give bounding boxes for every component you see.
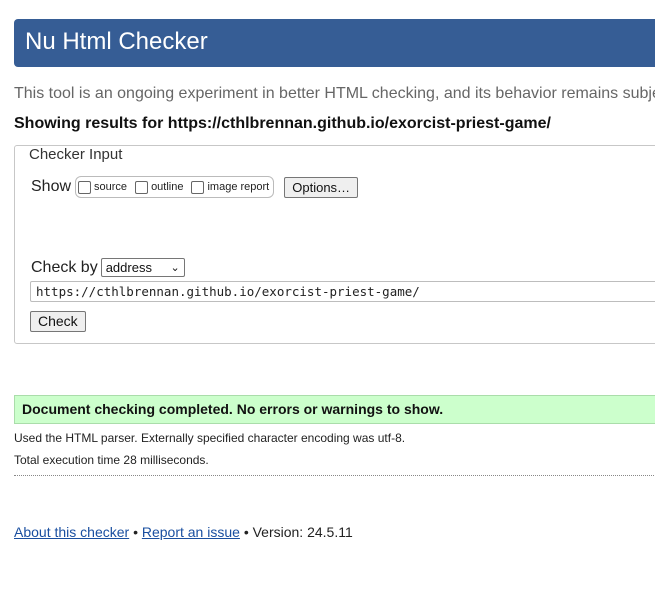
chevron-down-icon[interactable]: ⌄ xyxy=(170,260,179,277)
source-checkbox[interactable]: source xyxy=(78,180,127,194)
check-button[interactable]: Check xyxy=(30,311,86,332)
source-checkbox-label[interactable]: source xyxy=(94,181,127,193)
page-header: Nu Html Checker xyxy=(14,19,655,67)
image-report-checkbox-label[interactable]: image report xyxy=(207,181,269,193)
report-issue-link[interactable]: Report an issue xyxy=(142,524,240,540)
intro-text: This tool is an ongoing experiment in be… xyxy=(14,85,655,102)
results-for-heading: Showing results for https://cthlbrennan.… xyxy=(14,115,551,132)
divider xyxy=(14,475,655,476)
check-by-value[interactable]: address xyxy=(106,260,152,275)
footer-separator: • xyxy=(133,524,138,540)
show-options-group: source outline image report xyxy=(75,176,275,198)
checkbox-box[interactable] xyxy=(78,180,92,194)
outline-checkbox[interactable]: outline xyxy=(135,180,183,194)
parser-info: Used the HTML parser. Externally specifi… xyxy=(14,431,406,445)
checkbox-box[interactable] xyxy=(135,180,149,194)
about-checker-link[interactable]: About this checker xyxy=(14,524,129,540)
url-input[interactable]: https://cthlbrennan.github.io/exorcist-p… xyxy=(30,281,655,302)
checker-input-legend: Checker Input xyxy=(27,146,125,163)
check-by-label: Check by xyxy=(31,258,98,276)
checkbox-box[interactable] xyxy=(191,180,205,194)
check-by-row: Check by address ⌄ xyxy=(31,258,185,277)
outline-checkbox-label[interactable]: outline xyxy=(151,181,183,193)
success-message: Document checking completed. No errors o… xyxy=(14,395,655,424)
version-text: • Version: 24.5.11 xyxy=(243,524,353,540)
page-title: Nu Html Checker xyxy=(25,28,208,55)
checker-input-fieldset xyxy=(14,145,655,344)
options-button[interactable]: Options… xyxy=(284,176,359,198)
check-by-select[interactable]: address ⌄ xyxy=(100,258,185,277)
show-label: Show xyxy=(31,178,72,195)
footer: About this checker • Report an issue • V… xyxy=(14,524,353,540)
show-options-row: Show source outline image report Options… xyxy=(31,176,359,198)
execution-time: Total execution time 28 milliseconds. xyxy=(14,453,209,467)
image-report-checkbox[interactable]: image report xyxy=(191,180,269,194)
